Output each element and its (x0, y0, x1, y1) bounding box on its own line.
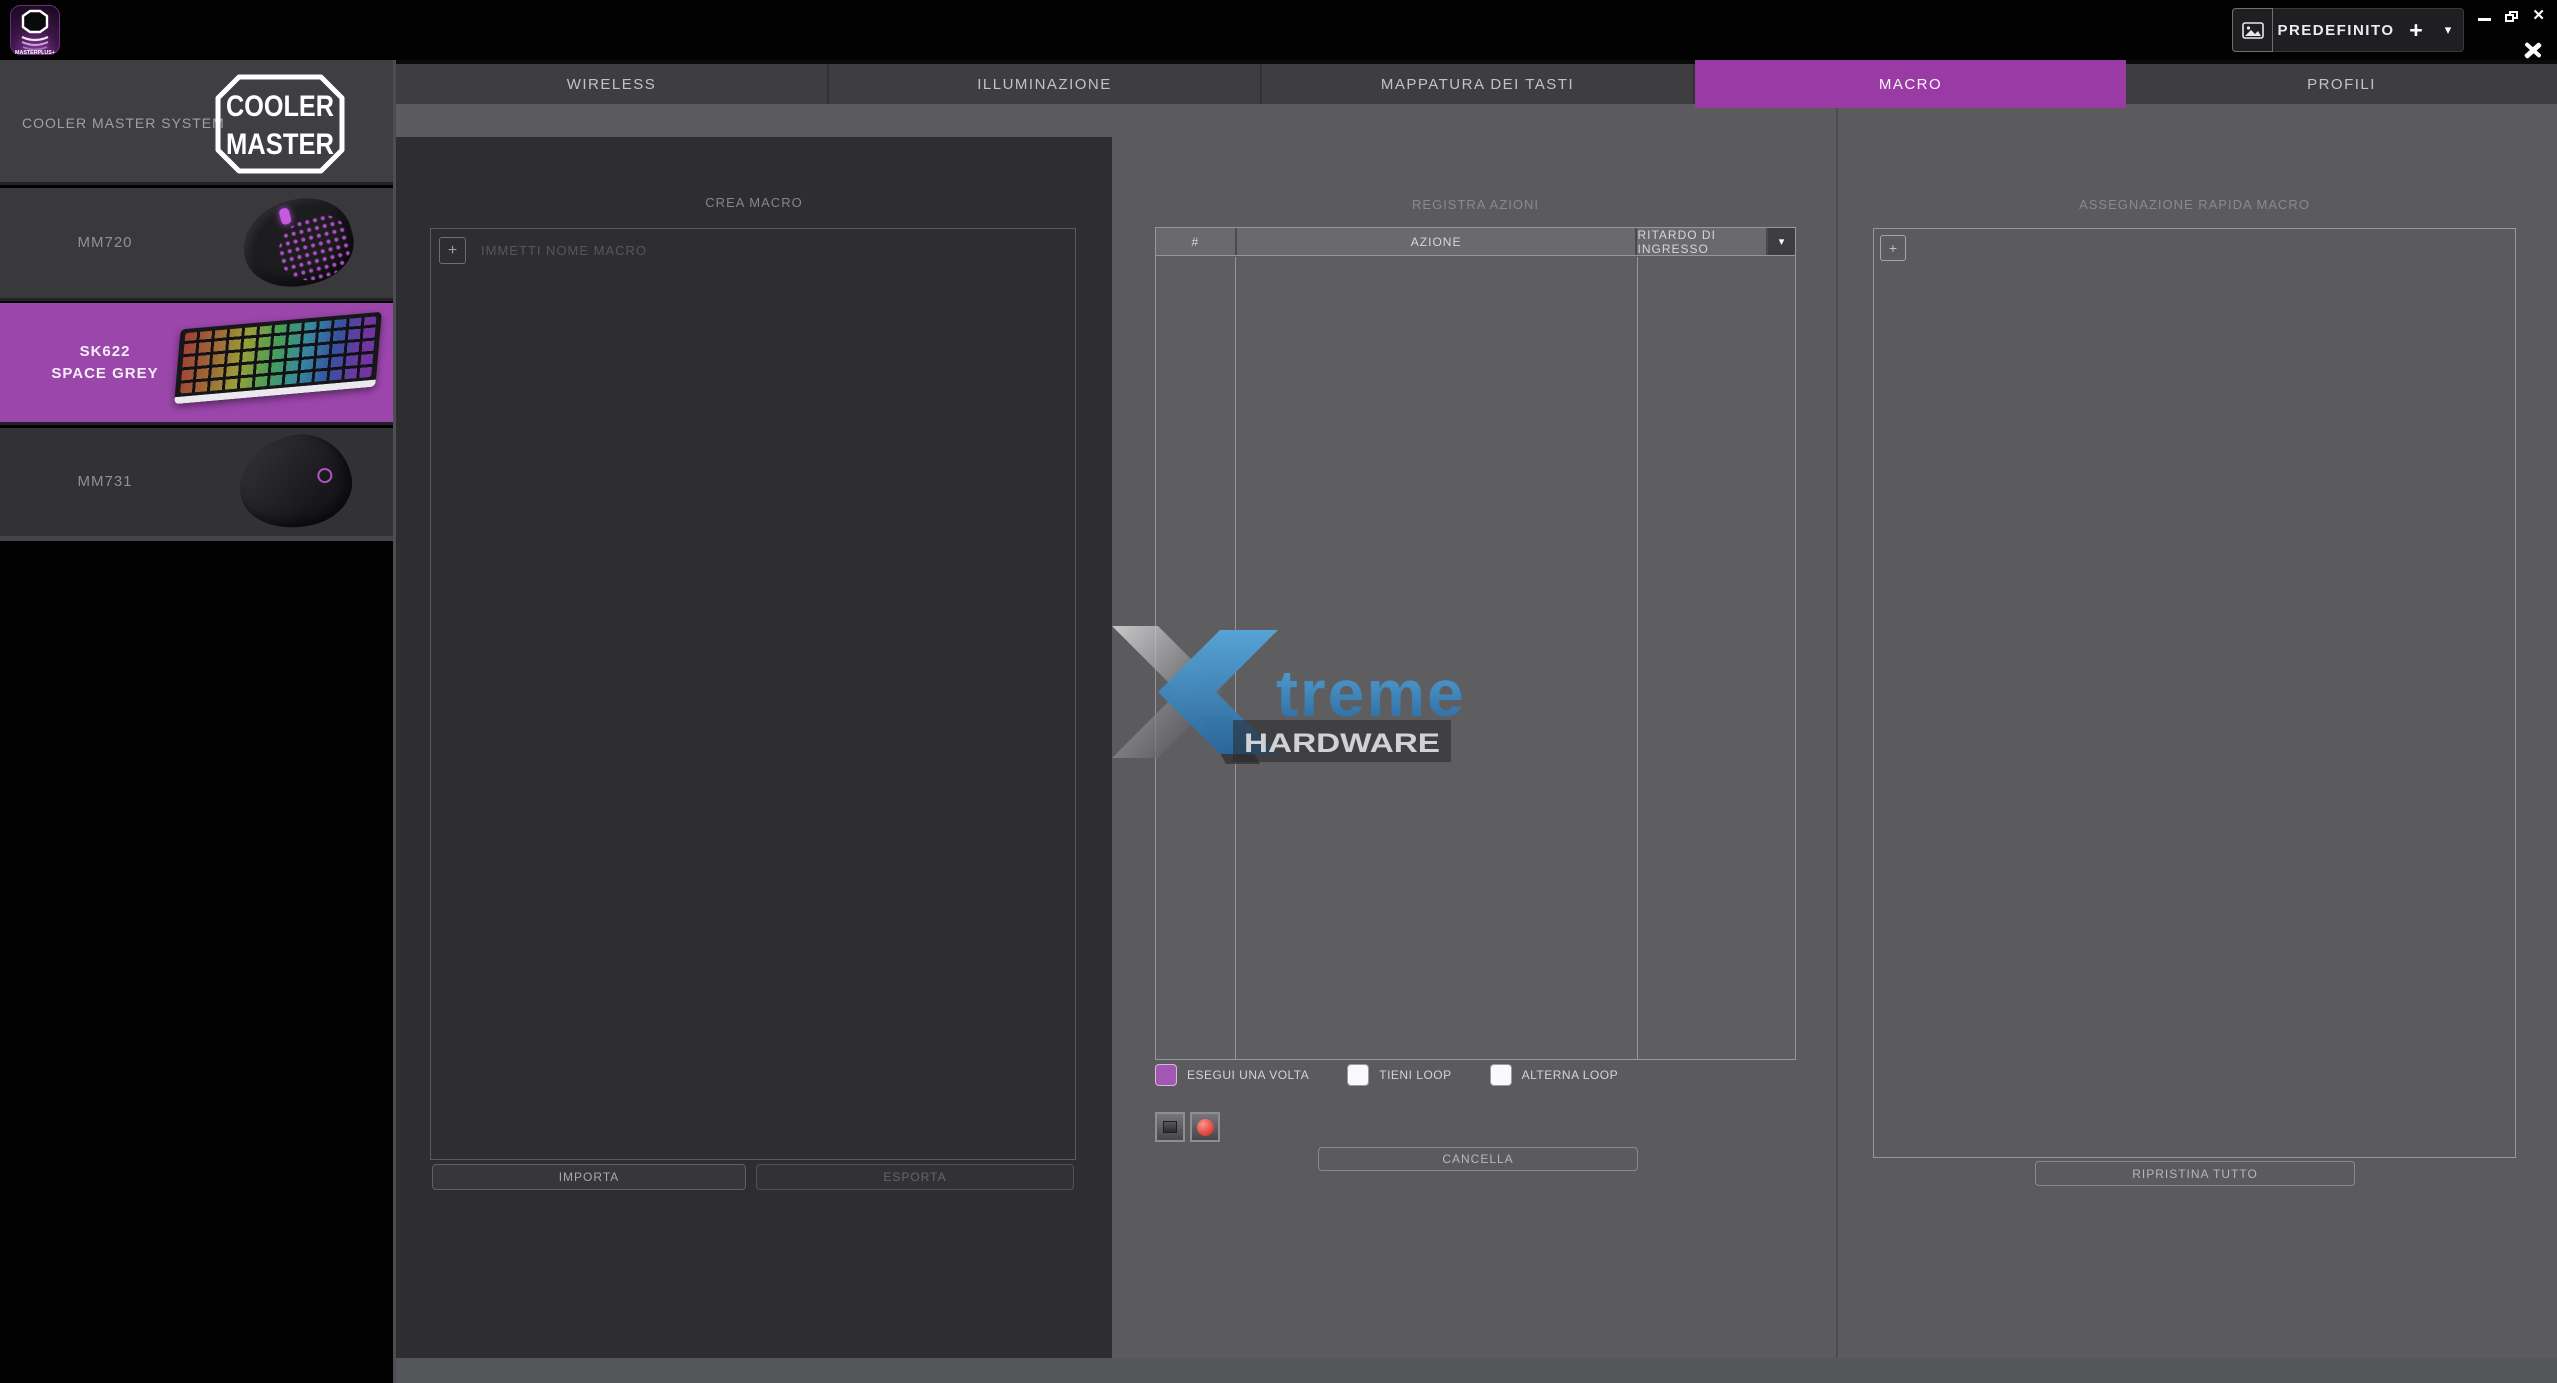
delay-dropdown-button[interactable]: ▾ (1768, 228, 1795, 255)
profile-image-button[interactable] (2232, 8, 2273, 52)
mm720-device-image (234, 188, 362, 298)
stop-icon (1163, 1121, 1177, 1133)
watermark-brand-text: treme (1276, 656, 1462, 730)
create-macro-panel: CREA MACRO + IMPORTA ESPORTA (396, 137, 1112, 1358)
add-macro-button[interactable]: + (439, 237, 466, 264)
bottom-strip (396, 1358, 2557, 1383)
reset-all-button[interactable]: RIPRISTINA TUTTO (2035, 1161, 2355, 1186)
system-label: COOLER MASTER SYSTEM (22, 60, 225, 185)
loop-label: ALTERNA LOOP (1522, 1068, 1618, 1082)
minimize-button[interactable] (2478, 18, 2491, 21)
record-button[interactable] (1190, 1112, 1220, 1142)
cooler-master-logo: COOLER MASTER (215, 74, 345, 174)
sidebar-item-system[interactable]: COOLER MASTER SYSTEM COOLER MASTER (0, 60, 393, 185)
window-controls: ✕ (2478, 8, 2545, 24)
record-actions-title: REGISTRA AZIONI (1155, 197, 1796, 212)
macro-name-input[interactable] (481, 235, 1041, 265)
tab-wireless[interactable]: WIRELESS (396, 64, 829, 104)
checkbox-alterna-loop[interactable] (1490, 1064, 1512, 1086)
main-tabs: WIRELESS ILLUMINAZIONE MAPPATURA DEI TAS… (396, 64, 2557, 112)
chevron-down-icon: ▾ (1779, 235, 1785, 248)
import-button[interactable]: IMPORTA (432, 1164, 746, 1190)
table-header: # AZIONE RITARDO DI INGRESSO ▾ (1156, 228, 1795, 256)
checkbox-tieni-loop[interactable] (1347, 1064, 1369, 1086)
device-sidebar: COOLER MASTER SYSTEM COOLER MASTER MM720… (0, 60, 393, 1383)
column-action: AZIONE (1237, 228, 1636, 255)
device-name: MM731 (77, 471, 132, 493)
create-macro-title: CREA MACRO (396, 195, 1112, 210)
sidebar-item-sk622[interactable]: SK622 SPACE GREY (0, 303, 393, 425)
loop-mode-options: ESEGUI UNA VOLTA TIENI LOOP ALTERNA LOOP (1155, 1063, 1656, 1087)
active-profile-name[interactable]: PREDEFINITO (2273, 22, 2399, 39)
sidebar-item-mm731[interactable]: MM731 (0, 428, 393, 541)
device-name: MM720 (77, 232, 132, 254)
masterplus-window: MASTERPLUS+ PREDEFINITO + ▾ ✕ WIRELESS I… (0, 0, 2557, 1383)
panel-divider (1836, 104, 1838, 1358)
checkbox-esegui-una-volta[interactable] (1155, 1064, 1177, 1086)
tab-profili[interactable]: PROFILI (2126, 64, 2557, 104)
column-index: # (1156, 228, 1235, 255)
quick-assign-box: + (1873, 228, 2516, 1158)
mm731-device-image (229, 423, 361, 541)
add-profile-button[interactable]: + (2399, 10, 2433, 50)
app-icon-label: MASTERPLUS+ (15, 50, 55, 55)
xtreme-hardware-watermark: treme HARDWARE (1106, 614, 1462, 770)
logo-line2: MASTER (226, 128, 334, 161)
sk622-device-image (174, 312, 382, 404)
macro-list-box: + (430, 228, 1076, 1160)
tools-icon[interactable] (2522, 40, 2544, 59)
record-icon (1197, 1119, 1214, 1136)
profile-selector: PREDEFINITO + ▾ (2232, 8, 2464, 52)
tab-illuminazione[interactable]: ILLUMINAZIONE (829, 64, 1262, 104)
tab-mappatura-dei-tasti[interactable]: MAPPATURA DEI TASTI (1262, 64, 1695, 104)
image-icon (2242, 22, 2264, 39)
close-button[interactable]: ✕ (2532, 8, 2545, 24)
device-variant: SPACE GREY (51, 363, 158, 385)
clear-button[interactable]: CANCELLA (1318, 1147, 1638, 1171)
logo-line1: COOLER (226, 90, 334, 123)
recording-controls (1155, 1112, 1220, 1142)
loop-label: ESEGUI UNA VOLTA (1187, 1068, 1309, 1082)
export-button[interactable]: ESPORTA (756, 1164, 1074, 1190)
stop-button[interactable] (1155, 1112, 1185, 1142)
sidebar-item-mm720[interactable]: MM720 (0, 188, 393, 301)
restore-button[interactable] (2505, 11, 2518, 22)
watermark-subtitle-text: HARDWARE (1244, 728, 1440, 758)
quick-assign-title: ASSEGNAZIONE RAPIDA MACRO (1873, 197, 2516, 212)
device-name: SK622 (80, 341, 131, 363)
profile-chevron-down-icon[interactable]: ▾ (2433, 22, 2463, 38)
quick-assign-add-button[interactable]: + (1880, 235, 1906, 261)
column-delay: RITARDO DI INGRESSO (1637, 228, 1766, 255)
titlebar: MASTERPLUS+ PREDEFINITO + ▾ ✕ (0, 0, 2557, 60)
tab-macro[interactable]: MACRO (1695, 60, 2126, 108)
loop-label: TIENI LOOP (1379, 1068, 1451, 1082)
masterplus-app-icon: MASTERPLUS+ (10, 5, 60, 55)
